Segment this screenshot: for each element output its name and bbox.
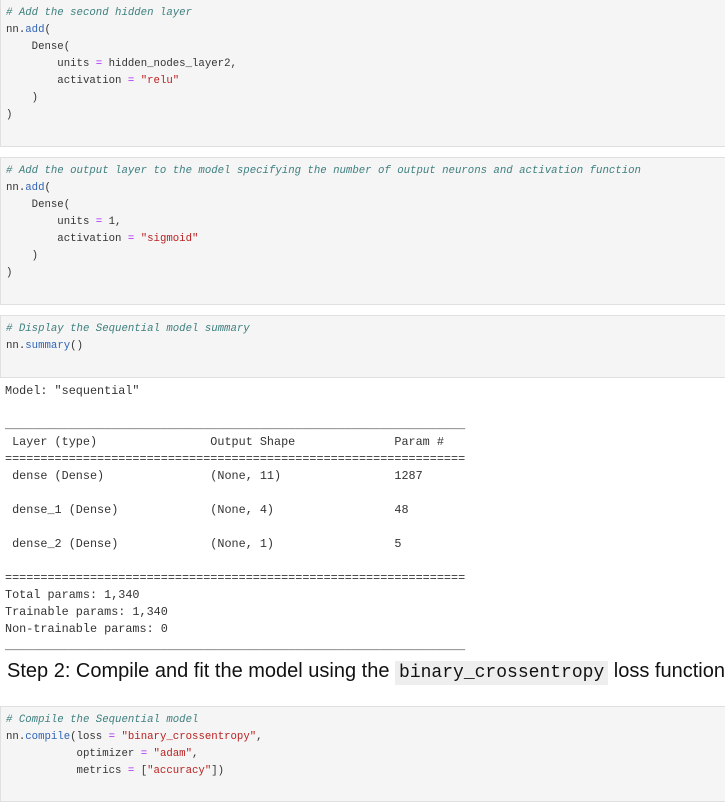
- code-text: units: [6, 58, 96, 70]
- heading-text-suffix: loss function: [608, 660, 725, 682]
- code-text: ): [6, 92, 39, 104]
- code-line: activation = "relu": [6, 73, 237, 90]
- code-line: nn.compile(loss = "binary_crossentropy",: [6, 729, 263, 746]
- code-text: activation: [6, 233, 128, 245]
- code-cell-second-hidden-layer[interactable]: # Add the second hidden layer nn.add( Den…: [0, 0, 725, 147]
- output-line: ========================================…: [5, 452, 466, 466]
- code-text: nn.: [6, 340, 26, 352]
- code-cell-output-layer[interactable]: # Add the output layer to the model spec…: [0, 157, 725, 305]
- output-line: Model: "sequential": [5, 384, 140, 398]
- code-text: Dense(: [6, 41, 71, 53]
- code-string: "relu": [140, 75, 180, 87]
- code-text: nn.: [6, 24, 26, 36]
- code-line: activation = "sigmoid": [6, 231, 641, 248]
- code-editor[interactable]: # Add the second hidden layer nn.add( Den…: [6, 5, 237, 124]
- output-line: ========================================…: [5, 571, 466, 585]
- code-text: (: [44, 182, 51, 194]
- output-line: Non-trainable params: 0: [5, 622, 168, 636]
- code-string: "accuracy": [147, 765, 212, 777]
- code-function: summary: [25, 340, 71, 352]
- code-text: ): [6, 250, 39, 262]
- code-line: metrics = ["accuracy"]): [6, 763, 263, 780]
- code-line: ): [6, 107, 237, 124]
- code-text: activation: [6, 75, 128, 87]
- code-line: nn.summary(): [6, 338, 250, 355]
- output-line: dense_1 (Dense) (None, 4) 48: [5, 503, 466, 517]
- output-line: ________________________________________…: [5, 418, 466, 432]
- code-text: ,: [256, 731, 263, 743]
- model-summary-output: Model: "sequential" _____________________…: [5, 383, 465, 655]
- code-function: add: [25, 24, 45, 36]
- code-line: # Display the Sequential model summary: [6, 321, 250, 338]
- code-text: nn.: [6, 182, 26, 194]
- code-text: nn.: [6, 731, 26, 743]
- code-comment: # Add the second hidden layer: [6, 7, 192, 19]
- code-editor[interactable]: # Display the Sequential model summary nn…: [6, 321, 250, 355]
- code-line: optimizer = "adam",: [6, 746, 263, 763]
- code-text: ): [6, 109, 13, 121]
- code-text: ,: [192, 748, 199, 760]
- code-comment: # Display the Sequential model summary: [6, 323, 250, 335]
- code-line: # Add the output layer to the model spec…: [6, 163, 641, 180]
- output-line: Trainable params: 1,340: [5, 605, 168, 619]
- code-cell-compile[interactable]: # Compile the Sequential model nn.compile…: [0, 706, 725, 802]
- code-line: nn.add(: [6, 180, 641, 197]
- heading-text: Step 2: Compile and fit the model using …: [7, 660, 396, 682]
- output-line: Total params: 1,340: [5, 588, 140, 602]
- code-line: nn.add(: [6, 22, 237, 39]
- code-text: hidden_nodes_layer2,: [102, 58, 237, 70]
- code-text: optimizer: [6, 748, 141, 760]
- code-editor[interactable]: # Compile the Sequential model nn.compile…: [6, 712, 263, 780]
- inline-code: binary_crossentropy: [395, 661, 609, 685]
- code-string: "adam": [153, 748, 193, 760]
- code-text: (loss: [70, 731, 109, 743]
- code-text: (): [70, 340, 83, 352]
- code-line: ): [6, 90, 237, 107]
- code-text: [: [134, 765, 148, 777]
- output-line: dense (Dense) (None, 11) 1287: [5, 469, 466, 483]
- code-comment: # Add the output layer to the model spec…: [6, 165, 641, 177]
- code-line: units = 1,: [6, 214, 641, 231]
- code-line: Dense(: [6, 197, 641, 214]
- code-string: "binary_crossentropy": [121, 731, 257, 743]
- section-heading-step-2: Step 2: Compile and fit the model using …: [7, 660, 725, 685]
- code-line: # Add the second hidden layer: [6, 5, 237, 22]
- code-comment: # Compile the Sequential model: [6, 714, 199, 726]
- code-cell-summary[interactable]: # Display the Sequential model summary nn…: [0, 315, 725, 378]
- output-line: Layer (type) Output Shape Param #: [5, 435, 466, 449]
- code-function: compile: [25, 731, 71, 743]
- code-line: ): [6, 265, 641, 282]
- code-line: # Compile the Sequential model: [6, 712, 263, 729]
- code-text: metrics: [6, 765, 128, 777]
- code-function: add: [25, 182, 45, 194]
- code-line: units = hidden_nodes_layer2,: [6, 56, 237, 73]
- code-line: Dense(: [6, 39, 237, 56]
- code-text: 1,: [102, 216, 122, 228]
- code-string: "sigmoid": [140, 233, 199, 245]
- code-text: units: [6, 216, 96, 228]
- code-text: ]): [211, 765, 225, 777]
- output-line: ________________________________________…: [5, 639, 466, 653]
- code-text: Dense(: [6, 199, 71, 211]
- code-editor[interactable]: # Add the output layer to the model spec…: [6, 163, 641, 282]
- code-text: (: [44, 24, 51, 36]
- code-text: ): [6, 267, 13, 279]
- code-line: ): [6, 248, 641, 265]
- output-line: dense_2 (Dense) (None, 1) 5: [5, 537, 466, 551]
